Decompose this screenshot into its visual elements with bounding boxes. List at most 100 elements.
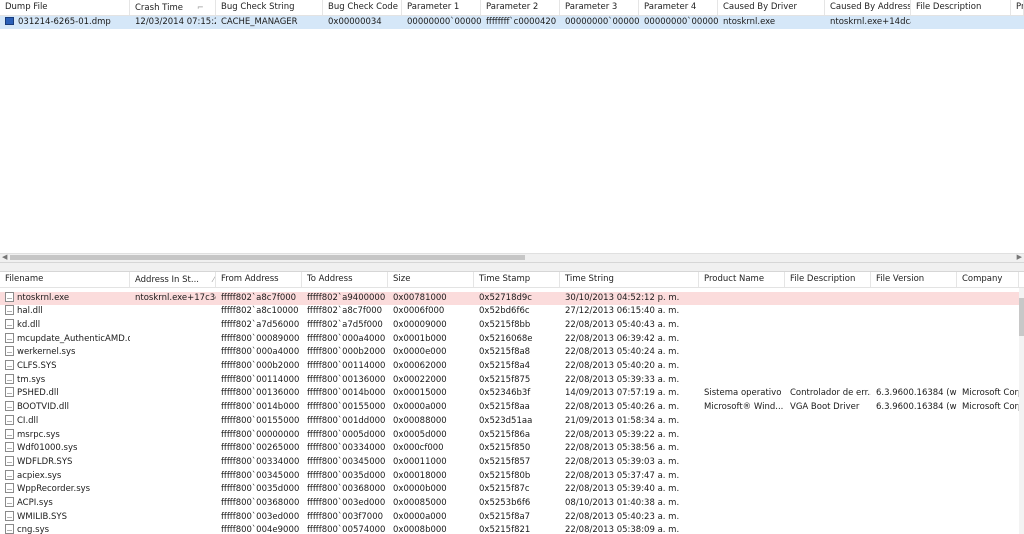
cell-text: 0x00011000: [393, 456, 447, 467]
column-header-filename[interactable]: Filename: [0, 272, 130, 287]
column-header-file-description[interactable]: File Description: [911, 0, 1011, 15]
file-icon: [5, 442, 14, 453]
cell-text: 0x00085000: [393, 498, 447, 508]
cell-from-address: fffff802`a8c7f000: [216, 292, 302, 306]
cell-text: fffff800`003ed000: [221, 511, 300, 522]
table-row[interactable]: PSHED.dll fffff800`00136000 fffff800`0014b…: [0, 387, 1024, 401]
column-header-bug-check-string[interactable]: Bug Check String: [216, 0, 323, 15]
table-row[interactable]: kd.dll fffff802`a7d56000 fffff802`a7d5f000…: [0, 318, 1024, 333]
column-header-label: From Address: [221, 274, 279, 284]
cell-time-stamp: 0x52346b3f: [474, 387, 560, 401]
cell-size: 0x0000b000: [388, 483, 474, 497]
cell-text: fffff800`0005d000: [307, 429, 386, 440]
column-header-from-address[interactable]: From Address: [216, 272, 302, 287]
cell-text: 22/08/2013 05:39:33 a. m.: [565, 374, 680, 385]
cell-file-version: 6.3.9600.16384 (wi...: [871, 387, 957, 401]
table-row[interactable]: hal.dll fffff802`a8c10000 fffff802`a8c7f00…: [0, 305, 1024, 319]
cell-text: fffff800`00368000: [221, 498, 300, 508]
table-row[interactable]: WMILIB.SYS fffff800`003ed000 fffff800`003f…: [0, 510, 1024, 525]
column-header-product[interactable]: Pr: [1011, 0, 1024, 15]
cell-filename: kd.dll: [0, 318, 130, 333]
cell-product-name: [699, 524, 785, 534]
table-row[interactable]: acpiex.sys fffff800`00345000 fffff800`0035…: [0, 469, 1024, 484]
column-header-label: Product Name: [704, 274, 765, 284]
cell-text: fffff800`0014b000: [221, 402, 300, 413]
scrollbar-thumb[interactable]: [1019, 298, 1024, 336]
cell-text: fffff800`0035d000: [307, 470, 386, 481]
cell-text: ntoskrnl.exe: [17, 292, 70, 303]
column-header-to-address[interactable]: To Address: [302, 272, 388, 287]
cell-text: Microsoft Corp: [962, 388, 1019, 399]
cell-time-string: 27/12/2013 06:15:40 a. m.: [560, 305, 699, 319]
table-row[interactable]: msrpc.sys fffff800`00000000 fffff800`0005d…: [0, 428, 1024, 443]
column-header-label: Parameter 2: [486, 2, 539, 12]
table-row[interactable]: BOOTVID.dll fffff800`0014b000 fffff800`001…: [0, 401, 1024, 415]
table-row[interactable]: 031214-6265-01.dmp 12/03/2014 07:15:2... C…: [0, 15, 1024, 30]
column-header-label: Pr: [1016, 2, 1024, 12]
table-row[interactable]: WDFLDR.SYS fffff800`00334000 fffff800`0034…: [0, 455, 1024, 470]
cell-time-stamp: 0x5216068e: [474, 333, 560, 347]
table-row[interactable]: ACPI.sys fffff800`00368000 fffff800`003ed0…: [0, 497, 1024, 511]
cell-from-address: fffff800`003ed000: [216, 511, 302, 525]
table-row[interactable]: CI.dll fffff800`00155000 fffff800`001dd000…: [0, 414, 1024, 429]
column-header-file-description[interactable]: File Description: [785, 272, 871, 287]
cell-parameter-1: 00000000`000001...: [402, 16, 481, 30]
table-row[interactable]: ntoskrnl.exe ntoskrnl.exe+17c3c6 fffff802`…: [0, 291, 1024, 306]
column-header-bug-check-code[interactable]: Bug Check Code: [323, 0, 402, 15]
column-header-company[interactable]: Company: [957, 272, 1019, 287]
column-header-file-version[interactable]: File Version: [871, 272, 957, 287]
column-header-label: File Description: [790, 274, 856, 284]
table-row[interactable]: tm.sys fffff800`00114000 fffff800`00136000…: [0, 373, 1024, 388]
cell-address-in-stack: [130, 360, 216, 374]
column-header-time-stamp[interactable]: Time Stamp: [474, 272, 560, 287]
cell-time-stamp: 0x5253b6f6: [474, 497, 560, 511]
column-header-parameter-4[interactable]: Parameter 4: [639, 0, 718, 15]
column-header-parameter-2[interactable]: Parameter 2: [481, 0, 560, 15]
dump-files-horizontal-scrollbar[interactable]: ◀ ▶: [0, 253, 1024, 262]
table-row[interactable]: Wdf01000.sys fffff800`00265000 fffff800`00…: [0, 442, 1024, 456]
cell-company: [957, 524, 1019, 534]
column-header-product-name[interactable]: Product Name: [699, 272, 785, 287]
cell-product-name: [699, 360, 785, 374]
cell-time-stamp: 0x5215f87c: [474, 483, 560, 497]
cell-time-string: 21/09/2013 01:58:34 a. m.: [560, 415, 699, 429]
scroll-left-icon[interactable]: ◀: [2, 253, 7, 261]
cell-company: [957, 292, 1019, 306]
table-row[interactable]: mcupdate_AuthenticAMD.dll fffff800`000890…: [0, 332, 1024, 347]
column-header-parameter-1[interactable]: Parameter 1: [402, 0, 481, 15]
cell-file-version: [871, 374, 957, 388]
column-header-address-in-stack[interactable]: Address In St... ⁄: [130, 272, 216, 287]
cell-address-in-stack: [130, 387, 216, 401]
scrollbar-thumb[interactable]: [10, 255, 525, 260]
column-header-label: Address In St...: [135, 275, 199, 285]
drivers-vertical-scrollbar[interactable]: [1019, 288, 1024, 534]
cell-text: 0x5216068e: [479, 333, 533, 344]
cell-file-description: [785, 292, 871, 306]
cell-filename: hal.dll: [0, 305, 130, 319]
cell-to-address: fffff800`00155000: [302, 401, 388, 415]
column-header-caused-by-address[interactable]: Caused By Address: [825, 0, 911, 15]
table-row[interactable]: werkernel.sys fffff800`000a4000 fffff800`0…: [0, 346, 1024, 360]
cell-to-address: fffff800`001dd000: [302, 415, 388, 429]
column-header-time-string[interactable]: Time String: [560, 272, 699, 287]
cell-text: WMILIB.SYS: [17, 511, 68, 522]
column-header-parameter-3[interactable]: Parameter 3: [560, 0, 639, 15]
cell-time-stamp: 0x5215f821: [474, 524, 560, 534]
scroll-right-icon[interactable]: ▶: [1017, 253, 1022, 261]
cell-from-address: fffff800`00000000: [216, 429, 302, 443]
cell-text: kd.dll: [17, 319, 41, 330]
column-header-label: Bug Check String: [221, 2, 295, 12]
column-header-dump-file[interactable]: Dump File: [0, 0, 130, 15]
column-header-caused-by-driver[interactable]: Caused By Driver: [718, 0, 825, 15]
column-header-size[interactable]: Size: [388, 272, 474, 287]
pane-splitter[interactable]: [0, 262, 1024, 272]
cell-text: 00000000`000001...: [407, 16, 481, 27]
column-header-crash-time[interactable]: Crash Time ⌐: [130, 0, 216, 15]
cell-text: Microsoft® Wind...: [704, 402, 784, 413]
table-row[interactable]: CLFS.SYS fffff800`000b2000 fffff800`001140…: [0, 360, 1024, 374]
cell-time-string: 08/10/2013 01:40:38 a. m.: [560, 497, 699, 511]
table-row[interactable]: WppRecorder.sys fffff800`0035d000 fffff800…: [0, 483, 1024, 497]
cell-file-version: [871, 305, 957, 319]
table-row[interactable]: cng.sys fffff800`004e9000 fffff800`0057400…: [0, 524, 1024, 534]
column-header-label: File Version: [876, 274, 925, 284]
